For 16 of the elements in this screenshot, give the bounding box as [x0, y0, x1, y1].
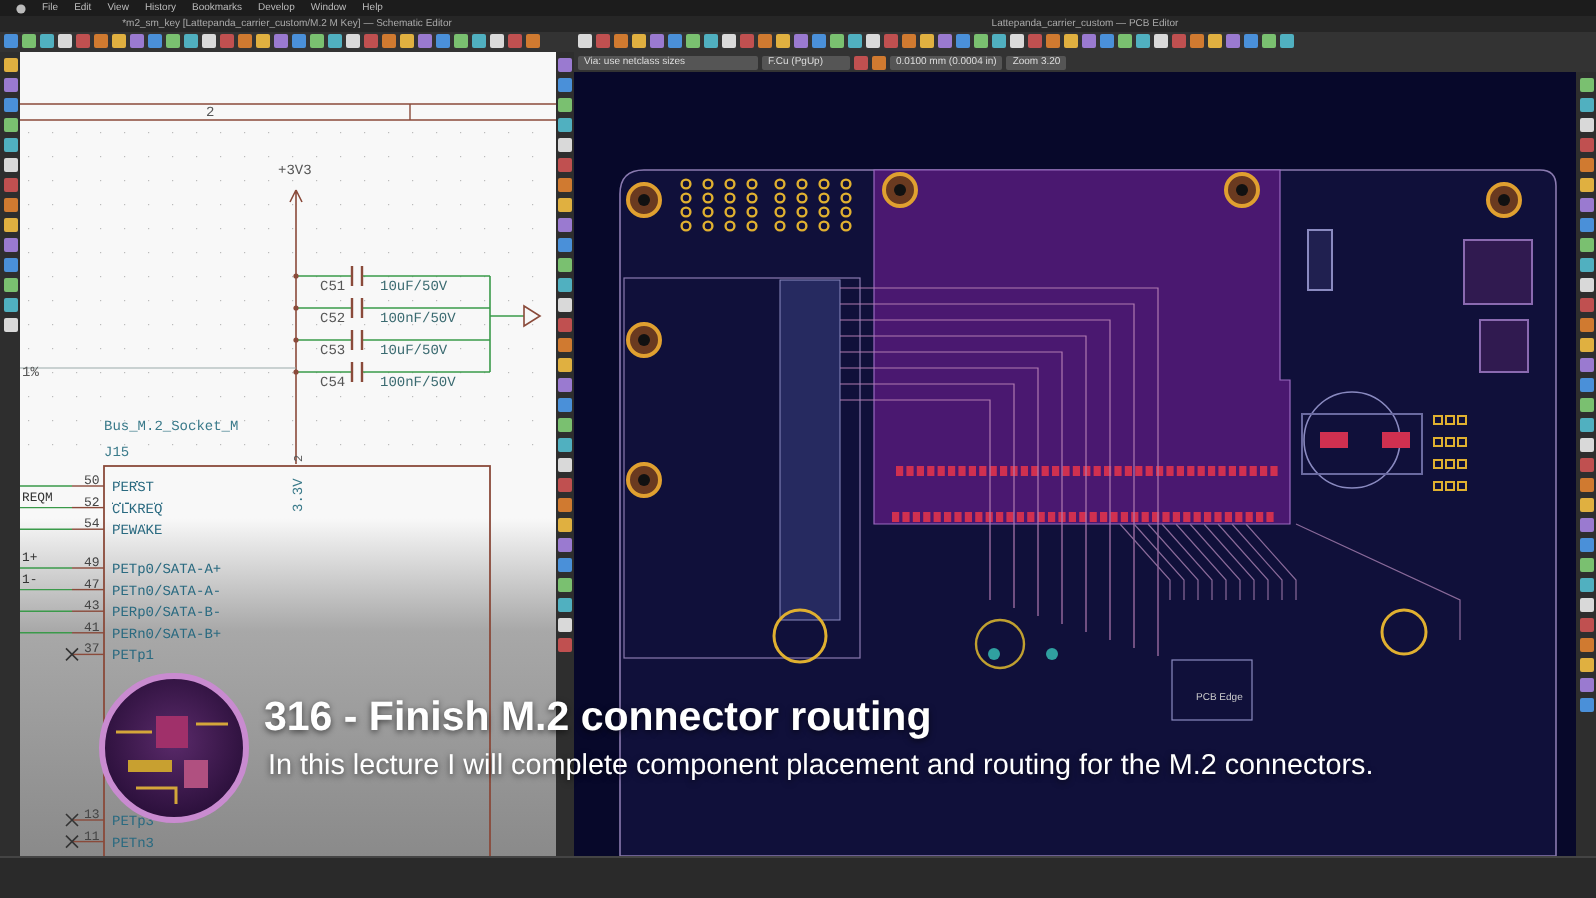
wire [20, 588, 73, 591]
capacitor-symbol [350, 264, 364, 288]
junction-dot [293, 337, 299, 343]
wire [20, 528, 73, 530]
wire [20, 632, 73, 634]
capacitor-symbol [350, 328, 364, 352]
wire [20, 610, 73, 612]
wire [20, 567, 73, 569]
apple-icon[interactable] [16, 2, 26, 14]
capacitor-symbol [350, 296, 364, 320]
capacitor-symbol [350, 360, 364, 384]
junction-dot [293, 305, 299, 311]
junction-dot [293, 369, 299, 375]
junction-dot [293, 273, 299, 279]
wire [20, 485, 73, 487]
wire [20, 506, 73, 509]
